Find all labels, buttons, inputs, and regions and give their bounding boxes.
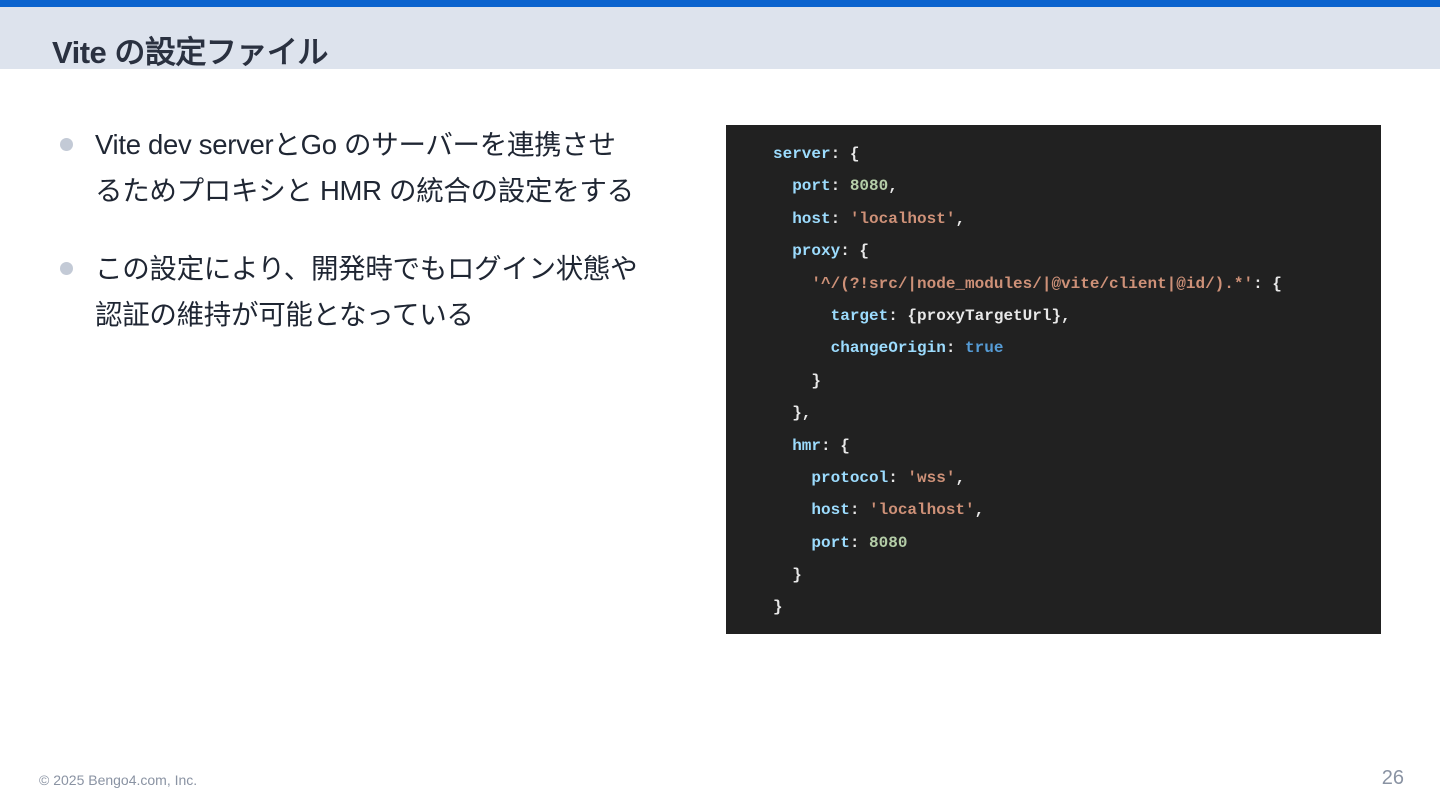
code-token: }	[773, 371, 822, 390]
code-token: :	[945, 339, 966, 358]
slide-title: Vite の設定ファイル	[52, 35, 328, 70]
code-token: }	[773, 598, 783, 617]
bullet-dot-icon	[60, 138, 73, 151]
code-line: changeOrigin: true	[773, 332, 1381, 364]
code-token: hmr	[773, 436, 822, 455]
code-token: : {	[821, 436, 850, 455]
code-token: host	[773, 209, 831, 228]
bullet-line: るためプロキシと HMR の統合の設定をする	[95, 175, 634, 206]
code-token: }	[773, 566, 802, 585]
code-token: ,	[974, 501, 985, 520]
copyright-text: © 2025 Bengo4.com, Inc.	[39, 772, 198, 788]
bullet-line: 認証の維持が可能となっている	[95, 299, 474, 330]
code-token: :	[849, 533, 870, 552]
code-token: : {	[830, 145, 860, 163]
bullet-item: Vite dev serverとGo のサーバーを連携させ るためプロキシと H…	[58, 122, 678, 214]
code-token: :	[830, 209, 850, 228]
code-line: '^/(?!src/|node_modules/|@vite/client|@i…	[773, 268, 1381, 300]
code-token: port	[773, 177, 831, 196]
code-token: 'localhost'	[869, 501, 975, 520]
page-number: 26	[1381, 767, 1404, 789]
code-token: },	[773, 404, 812, 423]
code-token: server	[773, 145, 831, 163]
bullet-list: Vite dev serverとGo のサーバーを連携させ るためプロキシと H…	[58, 122, 678, 370]
code-line: port: 8080	[773, 527, 1381, 559]
bullet-dot-icon	[60, 262, 73, 275]
code-line: host: 'localhost',	[773, 494, 1381, 526]
code-line: proxy: {	[773, 235, 1381, 267]
bullet-text: Vite dev serverとGo のサーバーを連携させ るためプロキシと H…	[95, 122, 678, 214]
bullet-line: この設定により、開発時でもログイン状態や	[95, 253, 638, 284]
code-token: :	[888, 468, 908, 487]
code-line: }	[773, 591, 1381, 623]
code-line: }	[773, 559, 1381, 591]
code-token: : {	[1253, 274, 1282, 293]
bullet-text: この設定により、開発時でもログイン状態や 認証の維持が可能となっている	[95, 246, 678, 338]
code-token: : {	[840, 242, 870, 261]
code-line: protocol: 'wss',	[773, 462, 1381, 494]
code-line: }	[773, 365, 1381, 397]
code-token: host	[773, 501, 850, 520]
code-token: ,	[955, 468, 966, 487]
code-token: : {proxyTargetUrl},	[888, 306, 1071, 325]
code-line: server: {	[773, 138, 1381, 170]
code-block: server: { port: 8080, host: 'localhost',…	[726, 125, 1381, 634]
code-token: 'localhost'	[849, 209, 956, 228]
code-token: true	[965, 339, 1004, 358]
code-token: proxy	[773, 242, 841, 261]
code-token: :	[849, 501, 870, 520]
title-band: Vite の設定ファイル	[0, 7, 1440, 70]
code-token: target	[773, 306, 889, 325]
bullet-item: この設定により、開発時でもログイン状態や 認証の維持が可能となっている	[58, 246, 678, 338]
code-token: 'wss'	[907, 468, 956, 487]
accent-bar	[0, 0, 1440, 7]
code-token: 8080	[849, 177, 889, 196]
code-line: port: 8080,	[773, 170, 1381, 202]
code-token: :	[830, 177, 850, 196]
code-line: },	[773, 397, 1381, 429]
code-token: protocol	[773, 468, 889, 487]
code-line: host: 'localhost',	[773, 203, 1381, 235]
code-token: changeOrigin	[773, 339, 946, 358]
code-token: port	[773, 533, 850, 552]
bullet-line: Vite dev serverとGo のサーバーを連携させ	[95, 129, 616, 160]
code-token: ,	[955, 209, 966, 228]
code-line: hmr: {	[773, 430, 1381, 462]
code-token: 8080	[869, 533, 908, 552]
code-token: ,	[888, 177, 898, 196]
code-line: target: {proxyTargetUrl},	[773, 300, 1381, 332]
code-token: '^/(?!src/|node_modules/|@vite/client|@i…	[773, 274, 1254, 293]
